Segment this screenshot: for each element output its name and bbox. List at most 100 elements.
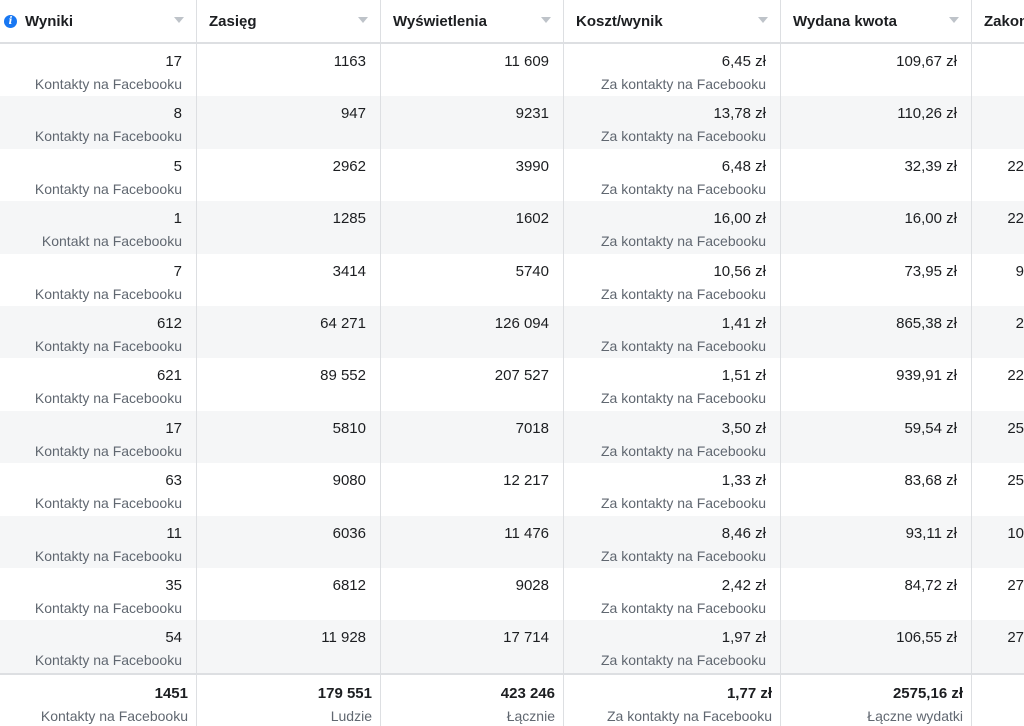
sub-label: Za kontakty na Facebooku (601, 337, 766, 354)
value: 6036 (332, 524, 366, 542)
value: 16,00 zł (713, 210, 766, 228)
value: 11 928 (321, 629, 366, 647)
value: 621 (156, 367, 182, 385)
sub-label: Kontakty na Facebooku (34, 128, 182, 145)
cell-ends: 25 (972, 411, 1024, 463)
column-header-ends[interactable]: Zakon (972, 0, 1024, 42)
value: 83,68 zł (904, 472, 957, 490)
column-label: Wydana kwota (793, 12, 897, 30)
cell-results: 17 Kontakty na Facebooku (0, 44, 197, 97)
sub-label: Kontakty na Facebooku (34, 180, 182, 197)
table-row[interactable]: 8 Kontakty na Facebooku 947 9231 13,78 zł Za … (0, 96, 1024, 149)
column-label: Wyświetlenia (393, 12, 487, 30)
value: 9028 (515, 576, 549, 594)
value: 5 (173, 157, 182, 175)
cell-results: 1 Kontakt na Facebooku (0, 201, 197, 254)
cell-amount-spent: 73,95 zł (781, 253, 972, 306)
sub-label: Za kontakty na Facebooku (601, 180, 766, 197)
cell-impressions: 12 217 (381, 463, 564, 516)
cell-reach: 89 552 (197, 358, 381, 411)
value: 7018 (515, 419, 549, 437)
cell-results: 612 Kontakty na Facebooku (0, 305, 197, 359)
cell-amount-spent: 106,55 zł (781, 620, 972, 673)
value: 22 (1007, 157, 1024, 175)
column-header-amount-spent[interactable]: Wydana kwota (781, 0, 972, 42)
table-row[interactable]: 612 Kontakty na Facebooku 64 271 126 094 1,4… (0, 305, 1024, 359)
column-header-cost-per-result[interactable]: Koszt/wynik (564, 0, 781, 42)
value: 6812 (332, 576, 366, 594)
sort-dropdown-icon[interactable] (949, 17, 959, 23)
cell-impressions: 9231 (381, 96, 564, 149)
cell-cost-per-result: 8,46 zł Za kontakty na Facebooku (564, 515, 781, 568)
value: 27 (1007, 629, 1024, 647)
value: 2962 (332, 157, 366, 175)
value: 3,50 zł (721, 419, 766, 437)
table-row[interactable]: 17 Kontakty na Facebooku 1163 11 609 6,45 zł… (0, 44, 1024, 97)
value: 59,54 zł (904, 419, 957, 437)
cell-results: 8 Kontakty na Facebooku (0, 96, 197, 149)
sub-label: Za kontakty na Facebooku (601, 390, 766, 407)
sort-dropdown-icon[interactable] (358, 17, 368, 23)
value: 207 527 (494, 367, 549, 385)
sub-label: Kontakty na Facebooku (40, 707, 188, 724)
value: 2575,16 zł (892, 684, 963, 702)
total-impressions: 423 246 Łącznie (381, 674, 564, 726)
sub-label: Łączne wydatki (867, 707, 963, 724)
table-row[interactable]: 63 Kontakty na Facebooku 9080 12 217 1,33 zł… (0, 463, 1024, 516)
cell-ends (972, 96, 1024, 148)
column-label: Koszt/wynik (576, 12, 663, 30)
sub-label: Za kontakty na Facebooku (601, 652, 766, 669)
sub-label: Za kontakty na Facebooku (601, 442, 766, 459)
value: 110,26 zł (897, 105, 957, 123)
cell-amount-spent: 84,72 zł (781, 567, 972, 621)
value: 1,97 zł (721, 629, 766, 647)
sub-label: Kontakty na Facebooku (34, 442, 182, 459)
sort-dropdown-icon[interactable] (758, 17, 768, 23)
table-row[interactable]: 7 Kontakty na Facebooku 3414 5740 10,56 zł Za… (0, 253, 1024, 306)
value: 10 (1007, 524, 1024, 542)
cell-results: 11 Kontakty na Facebooku (0, 515, 197, 568)
value: 6,48 zł (721, 157, 766, 175)
cell-cost-per-result: 2,42 zł Za kontakty na Facebooku (564, 567, 781, 621)
info-icon[interactable]: i (4, 14, 17, 28)
value: 2,42 zł (721, 576, 766, 594)
sub-label: Kontakty na Facebooku (34, 76, 182, 92)
column-label: Wyniki (25, 12, 74, 30)
column-header-results[interactable]: i Wyniki (0, 0, 197, 42)
value: 32,39 zł (904, 157, 957, 175)
value: 109,67 zł (896, 53, 957, 70)
cell-impressions: 7018 (381, 410, 564, 464)
cell-ends: 22 (972, 358, 1024, 410)
column-header-impressions[interactable]: Wyświetlenia (381, 0, 564, 42)
cell-reach: 3414 (197, 253, 381, 306)
value: 1451 (154, 684, 188, 702)
table-row[interactable]: 54 Kontakty na Facebooku 11 928 17 714 1,97 … (0, 620, 1024, 673)
table-row[interactable]: 1 Kontakt na Facebooku 1285 1602 16,00 zł Za … (0, 201, 1024, 254)
sub-label: Kontakty na Facebooku (34, 652, 182, 669)
value: 22 (1007, 367, 1024, 385)
column-header-reach[interactable]: Zasięg (197, 0, 381, 42)
sub-label: Za kontakty na Facebooku (601, 547, 766, 564)
value: 9231 (515, 105, 549, 123)
value: 612 (156, 314, 182, 332)
sub-label: Łącznie (506, 707, 555, 724)
cell-impressions: 5740 (381, 253, 564, 306)
table-row[interactable]: 11 Kontakty na Facebooku 6036 11 476 8,46 zł… (0, 515, 1024, 568)
value: 12 217 (503, 472, 549, 490)
cell-reach: 11 928 (197, 620, 381, 673)
value: 1602 (515, 210, 549, 228)
sort-dropdown-icon[interactable] (174, 17, 184, 23)
sub-label: Za kontakty na Facebooku (601, 495, 766, 512)
table-row[interactable]: 5 Kontakty na Facebooku 2962 3990 6,48 zł Za … (0, 148, 1024, 202)
value: 27 (1007, 576, 1024, 594)
sort-dropdown-icon[interactable] (541, 17, 551, 23)
value: 423 246 (500, 684, 555, 702)
table-row[interactable]: 35 Kontakty na Facebooku 6812 9028 2,42 zł Za… (0, 567, 1024, 621)
cell-cost-per-result: 1,51 zł Za kontakty na Facebooku (564, 358, 781, 411)
cell-amount-spent: 16,00 zł (781, 201, 972, 254)
table-row[interactable]: 17 Kontakty na Facebooku 5810 7018 3,50 zł Za… (0, 410, 1024, 464)
cell-reach: 6036 (197, 515, 381, 568)
value: 1,33 zł (721, 472, 766, 490)
value: 1,77 zł (726, 684, 772, 702)
table-row[interactable]: 621 Kontakty na Facebooku 89 552 207 527 1,5… (0, 358, 1024, 411)
